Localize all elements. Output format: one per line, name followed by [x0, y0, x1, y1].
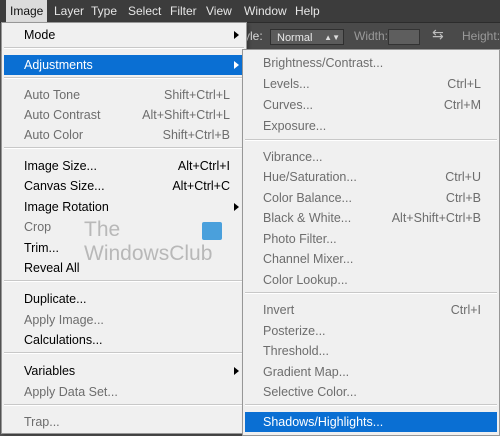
menu-item-auto-color: Auto Color Shift+Ctrl+B: [24, 128, 230, 142]
menu-item-image-rotation[interactable]: Image Rotation: [4, 197, 244, 217]
menu-separator: [4, 147, 244, 149]
menu-item-invert: Invert Ctrl+I: [263, 303, 481, 317]
menu-item-black-white: Black & White... Alt+Shift+Ctrl+B: [263, 211, 481, 225]
menu-separator: [4, 352, 244, 354]
menu-item-curves: Curves... Ctrl+M: [263, 98, 481, 112]
menu-item-trap: Trap...: [24, 415, 60, 429]
submenu-arrow-icon: [234, 61, 239, 69]
menu-view[interactable]: View: [202, 0, 236, 22]
watermark-line2: WindowsClub: [84, 242, 213, 265]
menu-item-levels: Levels... Ctrl+L: [263, 77, 481, 91]
width-input[interactable]: [388, 29, 420, 45]
menu-select[interactable]: Select: [124, 0, 165, 22]
menu-separator: [245, 292, 497, 294]
menu-item-auto-contrast: Auto Contrast Alt+Shift+Ctrl+L: [24, 108, 230, 122]
menu-item-variables[interactable]: Variables: [4, 361, 244, 381]
menu-separator: [245, 139, 497, 141]
submenu-arrow-icon: [234, 367, 239, 375]
menu-layer[interactable]: Layer: [50, 0, 88, 22]
menu-separator: [4, 404, 244, 406]
menu-item-vibrance: Vibrance...: [263, 150, 323, 164]
menu-item-photo-filter: Photo Filter...: [263, 232, 337, 246]
watermark-text: The WindowsClub: [84, 218, 212, 266]
menu-help[interactable]: Help: [291, 0, 324, 22]
menu-item-gradient-map: Gradient Map...: [263, 365, 350, 379]
menu-item-color-balance: Color Balance... Ctrl+B: [263, 191, 481, 205]
menu-item-brightness-contrast: Brightness/Contrast...: [263, 56, 384, 70]
menu-item-posterize: Posterize...: [263, 324, 326, 338]
watermark-logo-icon: [202, 222, 222, 240]
width-label: Width:: [354, 29, 389, 43]
menu-filter[interactable]: Filter: [166, 0, 201, 22]
adjustments-submenu: Brightness/Contrast... Levels... Ctrl+L …: [242, 49, 500, 436]
dropdown-arrows-icon: ▲▼: [324, 33, 340, 42]
menu-item-selective-color: Selective Color...: [263, 385, 357, 399]
menu-item-image-size[interactable]: Image Size... Alt+Ctrl+I: [4, 156, 244, 176]
menu-item-apply-image: Apply Image...: [24, 313, 104, 327]
menu-item-calculations[interactable]: Calculations...: [4, 330, 244, 350]
menu-type[interactable]: Type: [87, 0, 121, 22]
menu-window[interactable]: Window: [240, 0, 291, 22]
menu-item-channel-mixer: Channel Mixer...: [263, 252, 354, 266]
menu-item-adjustments[interactable]: Adjustments: [4, 55, 244, 75]
style-value: Normal: [277, 32, 313, 44]
menu-item-canvas-size[interactable]: Canvas Size... Alt+Ctrl+C: [4, 176, 244, 196]
menu-separator: [245, 404, 497, 406]
menu-item-hue-saturation: Hue/Saturation... Ctrl+U: [263, 170, 481, 184]
height-label: Height:: [462, 29, 500, 43]
menu-item-auto-tone: Auto Tone Shift+Ctrl+L: [24, 88, 230, 102]
watermark-line1: The: [84, 218, 121, 241]
menu-bar: Image Layer Type Select Filter View Wind…: [0, 0, 500, 23]
submenu-arrow-icon: [234, 31, 239, 39]
menu-item-threshold: Threshold...: [263, 344, 330, 358]
swap-icon[interactable]: ⇆: [432, 26, 444, 43]
menu-separator: [4, 77, 244, 79]
menu-separator: [4, 280, 244, 282]
menu-item-apply-data-set: Apply Data Set...: [24, 385, 118, 399]
menu-item-mode[interactable]: Mode: [4, 25, 244, 45]
menu-image[interactable]: Image: [6, 0, 48, 22]
menu-item-color-lookup: Color Lookup...: [263, 273, 348, 287]
style-dropdown[interactable]: Normal ▲▼: [270, 29, 344, 45]
submenu-arrow-icon: [234, 203, 239, 211]
menu-item-duplicate[interactable]: Duplicate...: [4, 289, 244, 309]
menu-item-exposure: Exposure...: [263, 119, 327, 133]
menu-separator: [4, 47, 244, 49]
menu-item-shadows-highlights[interactable]: Shadows/Highlights...: [245, 412, 497, 432]
